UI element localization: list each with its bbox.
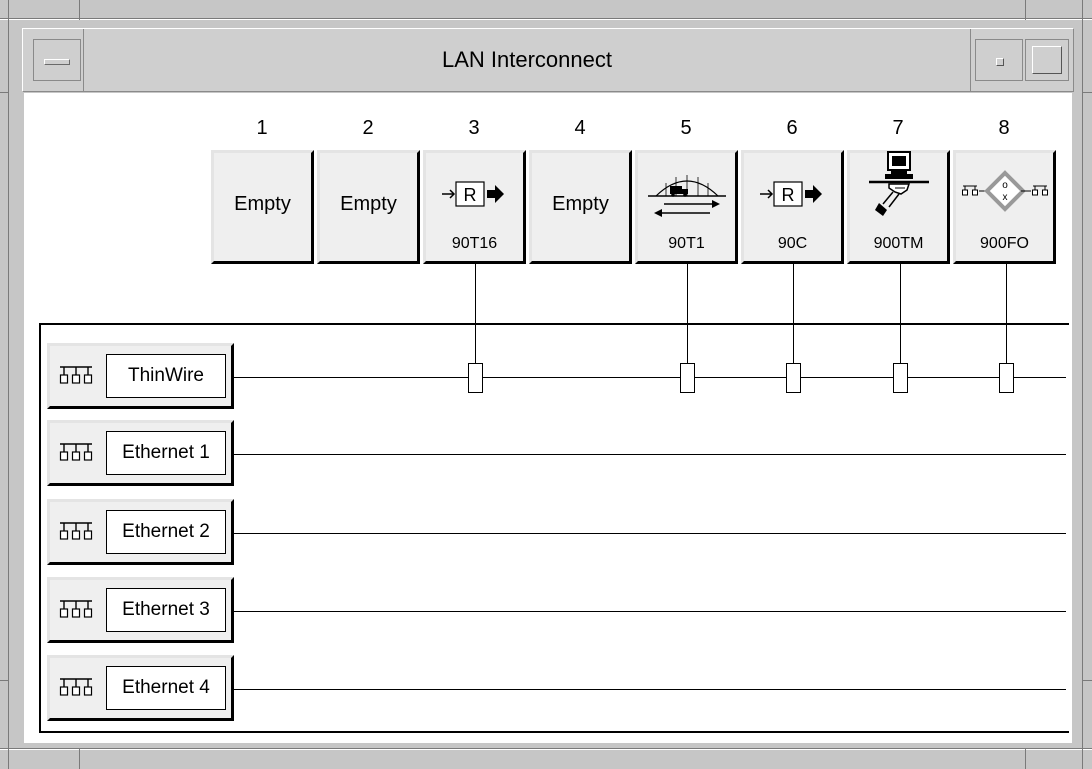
router-icon-text: R xyxy=(463,185,476,205)
svg-text:x: x xyxy=(1002,192,1007,203)
bus-ethernet-2-button[interactable]: Ethernet 2 xyxy=(47,499,234,565)
bus-ethernet-1-button[interactable]: Ethernet 1 xyxy=(47,420,234,486)
slot-3-button[interactable]: R 90T16 xyxy=(423,150,526,264)
slot-module-label: 90C xyxy=(777,235,808,252)
frame-line xyxy=(8,0,9,769)
maximize-button[interactable] xyxy=(1025,39,1069,81)
frame-line xyxy=(0,749,1092,750)
slot-5-button[interactable]: 90T1 xyxy=(635,150,738,264)
bus-label: ThinWire xyxy=(106,354,226,398)
slot-empty-label: Empty xyxy=(340,193,397,215)
bus-label: Ethernet 2 xyxy=(106,510,226,554)
window-menu-icon xyxy=(44,59,70,65)
frame-corner-mark xyxy=(1082,680,1092,681)
bus-line-ethernet-2 xyxy=(234,533,1066,534)
bus-label: Ethernet 3 xyxy=(106,588,226,632)
slot-6-button[interactable]: R 90C xyxy=(741,150,844,264)
slot-number: 7 xyxy=(892,117,904,139)
slot-module-label: 900TM xyxy=(873,235,924,252)
frame-corner-mark xyxy=(0,680,9,681)
network-icon xyxy=(59,600,93,618)
bus-line-ethernet-4 xyxy=(234,689,1066,690)
bus-label: Ethernet 4 xyxy=(106,666,226,710)
minimize-button[interactable] xyxy=(975,39,1023,81)
bus-ethernet-4-button[interactable]: Ethernet 4 xyxy=(47,655,234,721)
minimize-icon xyxy=(996,58,1004,66)
thinwire-tap-slot-8[interactable] xyxy=(999,363,1014,393)
slot-empty-label: Empty xyxy=(552,193,609,215)
frame-line xyxy=(1082,0,1083,769)
bus-line-ethernet-3 xyxy=(234,611,1066,612)
interconnect-panel: 1 2 3 4 5 6 7 8 Empty Empty R 90T16 Empt… xyxy=(24,93,1072,743)
terminal-server-icon xyxy=(850,151,947,223)
router-icon-text: R xyxy=(781,185,794,205)
slot-8-button[interactable]: o x 900FO xyxy=(953,150,1056,264)
bus-line-ethernet-1 xyxy=(234,454,1066,455)
frame-corner-mark xyxy=(1082,92,1092,93)
slot-4-button[interactable]: Empty xyxy=(529,150,632,264)
maximize-icon xyxy=(1032,46,1062,74)
thinwire-tap-slot-5[interactable] xyxy=(680,363,695,393)
slot-empty-label: Empty xyxy=(234,193,291,215)
svg-text:o: o xyxy=(1002,180,1008,191)
bus-label: Ethernet 1 xyxy=(106,431,226,475)
bus-line-thinwire xyxy=(234,377,1066,378)
slot-module-label: 900FO xyxy=(980,235,1029,252)
frame-corner-mark xyxy=(79,748,80,769)
network-icon xyxy=(59,443,93,461)
frame-corner-mark xyxy=(1025,748,1026,769)
slot-number: 8 xyxy=(998,117,1010,139)
router-icon: R xyxy=(744,159,841,229)
network-icon xyxy=(59,522,93,540)
router-icon: R xyxy=(426,159,523,229)
window-title: LAN Interconnect xyxy=(83,29,971,91)
slot-number: 1 xyxy=(256,117,268,139)
slot-number: 2 xyxy=(362,117,374,139)
frame-corner-mark xyxy=(0,92,9,93)
slot-7-button[interactable]: 900TM xyxy=(847,150,950,264)
network-icon xyxy=(59,366,93,384)
slot-number: 3 xyxy=(468,117,480,139)
slot-number: 4 xyxy=(574,117,586,139)
bus-ethernet-3-button[interactable]: Ethernet 3 xyxy=(47,577,234,643)
frame-corner-mark xyxy=(79,0,80,20)
slot-1-button[interactable]: Empty xyxy=(211,150,314,264)
frame-line xyxy=(0,19,1092,20)
slot-module-label: 90T16 xyxy=(451,235,498,252)
title-bar[interactable]: LAN Interconnect xyxy=(22,28,1074,92)
slot-number: 6 xyxy=(786,117,798,139)
slot-module-label: 90T1 xyxy=(668,235,705,252)
bridge-icon xyxy=(638,159,735,229)
fiber-optic-icon: o x xyxy=(956,159,1053,229)
thinwire-tap-slot-6[interactable] xyxy=(786,363,801,393)
window-menu-button[interactable] xyxy=(33,39,81,81)
network-icon xyxy=(59,678,93,696)
thinwire-tap-slot-7[interactable] xyxy=(893,363,908,393)
slot-2-button[interactable]: Empty xyxy=(317,150,420,264)
frame-corner-mark xyxy=(1025,0,1026,20)
thinwire-tap-slot-3[interactable] xyxy=(468,363,483,393)
bus-thinwire-button[interactable]: ThinWire xyxy=(47,343,234,409)
slot-number: 5 xyxy=(680,117,692,139)
